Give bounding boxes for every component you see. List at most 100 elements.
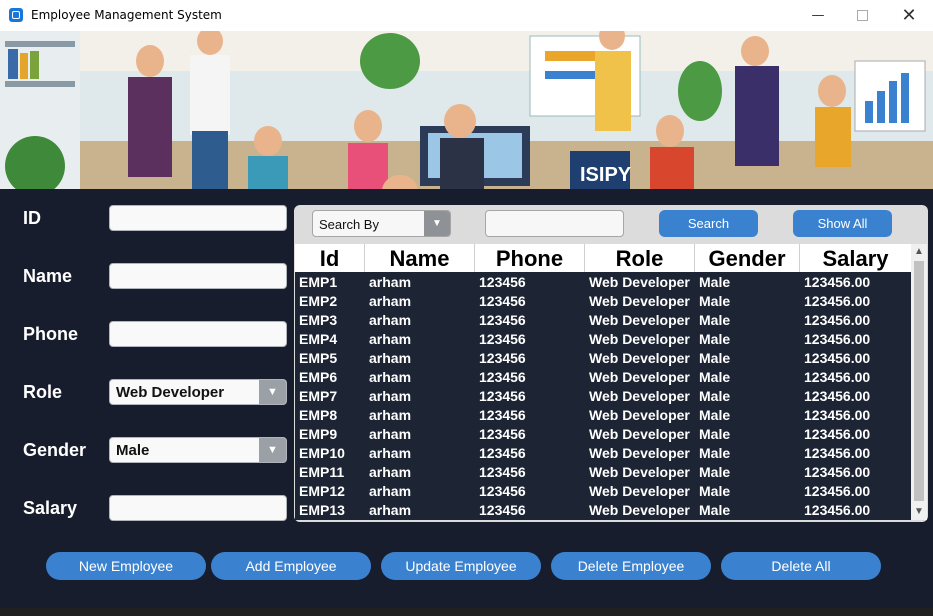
- cell-name: arham: [369, 464, 412, 480]
- new-employee-button[interactable]: New Employee: [46, 552, 206, 580]
- column-header-id[interactable]: Id: [295, 244, 365, 272]
- role-label: Role: [23, 382, 63, 402]
- table-row[interactable]: EMP8 arham 123456 Web Developer Male 123456.0…: [295, 406, 911, 425]
- table-row[interactable]: EMP7 arham 123456 Web Developer Male 123456.0…: [295, 387, 911, 406]
- cell-id: EMP6: [299, 369, 338, 385]
- cell-role: Web Developer: [589, 274, 690, 290]
- cell-role: Web Developer: [589, 445, 690, 461]
- cell-salary: 123456.00: [804, 464, 871, 480]
- column-header-salary[interactable]: Salary: [800, 244, 911, 272]
- cell-name: arham: [369, 369, 412, 385]
- cell-gender: Male: [699, 407, 731, 423]
- office-banner-image: ISIPY: [0, 31, 933, 189]
- cell-salary: 123456.00: [804, 350, 871, 366]
- scroll-up-icon[interactable]: ▲: [911, 244, 927, 260]
- cell-salary: 123456.00: [804, 407, 871, 423]
- cell-gender: Male: [699, 483, 731, 499]
- update-employee-button[interactable]: Update Employee: [381, 552, 541, 580]
- table-row[interactable]: EMP3 arham 123456 Web Developer Male 123456.0…: [295, 311, 911, 330]
- cell-phone: 123456: [479, 464, 526, 480]
- table-row[interactable]: EMP2 arham 123456 Web Developer Male 123456.0…: [295, 292, 911, 311]
- name-label: Name: [23, 266, 73, 286]
- table-scrollbar[interactable]: ▲ ▼: [911, 244, 927, 520]
- chevron-down-icon[interactable]: ▼: [424, 211, 450, 236]
- cell-name: arham: [369, 312, 412, 328]
- cell-phone: 123456: [479, 350, 526, 366]
- cell-role: Web Developer: [589, 331, 690, 347]
- gender-select-value: Male: [116, 442, 150, 459]
- cell-phone: 123456: [479, 483, 526, 499]
- salary-input[interactable]: [109, 495, 287, 521]
- cell-salary: 123456.00: [804, 331, 871, 347]
- scroll-down-icon[interactable]: ▼: [911, 504, 927, 520]
- cell-salary: 123456.00: [804, 293, 871, 309]
- cell-gender: Male: [699, 331, 731, 347]
- minimize-button[interactable]: —: [795, 0, 841, 31]
- search-by-value: Search By: [319, 217, 379, 232]
- cell-salary: 123456.00: [804, 502, 871, 518]
- role-select[interactable]: Web Developer ▼: [109, 379, 287, 405]
- cell-name: arham: [369, 407, 412, 423]
- cell-gender: Male: [699, 369, 731, 385]
- cell-gender: Male: [699, 426, 731, 442]
- cell-id: EMP5: [299, 350, 338, 366]
- table-row[interactable]: EMP9 arham 123456 Web Developer Male 123456.0…: [295, 425, 911, 444]
- table-row[interactable]: EMP11 arham 123456 Web Developer Male 123456.…: [295, 463, 911, 482]
- cell-gender: Male: [699, 312, 731, 328]
- title-bar: Employee Management System — ✕: [0, 0, 933, 32]
- phone-input[interactable]: [109, 321, 287, 347]
- name-input[interactable]: [109, 263, 287, 289]
- delete-employee-button[interactable]: Delete Employee: [551, 552, 711, 580]
- id-input[interactable]: [109, 205, 287, 231]
- column-header-name[interactable]: Name: [365, 244, 475, 272]
- chevron-down-icon[interactable]: ▼: [259, 438, 286, 462]
- show-all-button[interactable]: Show All: [793, 210, 892, 237]
- table-row[interactable]: EMP1 arham 123456 Web Developer Male 123456.0…: [295, 273, 911, 292]
- cell-gender: Male: [699, 445, 731, 461]
- cell-name: arham: [369, 483, 412, 499]
- cell-id: EMP4: [299, 331, 338, 347]
- cell-gender: Male: [699, 464, 731, 480]
- search-button[interactable]: Search: [659, 210, 758, 237]
- column-header-phone[interactable]: Phone: [475, 244, 585, 272]
- window-title: Employee Management System: [31, 8, 222, 22]
- cell-name: arham: [369, 274, 412, 290]
- table-row[interactable]: EMP6 arham 123456 Web Developer Male 123456.0…: [295, 368, 911, 387]
- cell-salary: 123456.00: [804, 369, 871, 385]
- table-row[interactable]: EMP10 arham 123456 Web Developer Male 123456.…: [295, 444, 911, 463]
- table-row[interactable]: EMP4 arham 123456 Web Developer Male 123456.0…: [295, 330, 911, 349]
- maximize-icon: [856, 10, 868, 21]
- table-body: EMP1 arham 123456 Web Developer Male 123456.0…: [295, 273, 911, 520]
- salary-label: Salary: [23, 498, 78, 518]
- cell-phone: 123456: [479, 426, 526, 442]
- close-button[interactable]: ✕: [886, 0, 932, 31]
- cell-name: arham: [369, 445, 412, 461]
- delete-all-button[interactable]: Delete All: [721, 552, 881, 580]
- id-label: ID: [23, 208, 41, 228]
- search-by-select[interactable]: Search By ▼: [312, 210, 451, 237]
- table-row[interactable]: EMP12 arham 123456 Web Developer Male 123456.…: [295, 482, 911, 501]
- cell-role: Web Developer: [589, 369, 690, 385]
- cell-id: EMP12: [299, 483, 345, 499]
- scrollbar-thumb[interactable]: [914, 261, 924, 501]
- cell-phone: 123456: [479, 407, 526, 423]
- cell-gender: Male: [699, 388, 731, 404]
- table-row[interactable]: EMP5 arham 123456 Web Developer Male 123456.0…: [295, 349, 911, 368]
- cell-phone: 123456: [479, 293, 526, 309]
- add-employee-button[interactable]: Add Employee: [211, 552, 371, 580]
- table-row[interactable]: EMP13 arham 123456 Web Developer Male 123456.…: [295, 501, 911, 520]
- cell-id: EMP2: [299, 293, 338, 309]
- employee-table[interactable]: Id Name Phone Role Gender Salary EMP1 arh…: [295, 244, 911, 520]
- cell-id: EMP8: [299, 407, 338, 423]
- cell-name: arham: [369, 350, 412, 366]
- role-select-value: Web Developer: [116, 384, 225, 401]
- maximize-button[interactable]: [839, 0, 885, 31]
- search-input[interactable]: [485, 210, 624, 237]
- cell-role: Web Developer: [589, 464, 690, 480]
- cell-gender: Male: [699, 293, 731, 309]
- column-header-gender[interactable]: Gender: [695, 244, 800, 272]
- column-header-role[interactable]: Role: [585, 244, 695, 272]
- cell-role: Web Developer: [589, 293, 690, 309]
- gender-select[interactable]: Male ▼: [109, 437, 287, 463]
- chevron-down-icon[interactable]: ▼: [259, 380, 286, 404]
